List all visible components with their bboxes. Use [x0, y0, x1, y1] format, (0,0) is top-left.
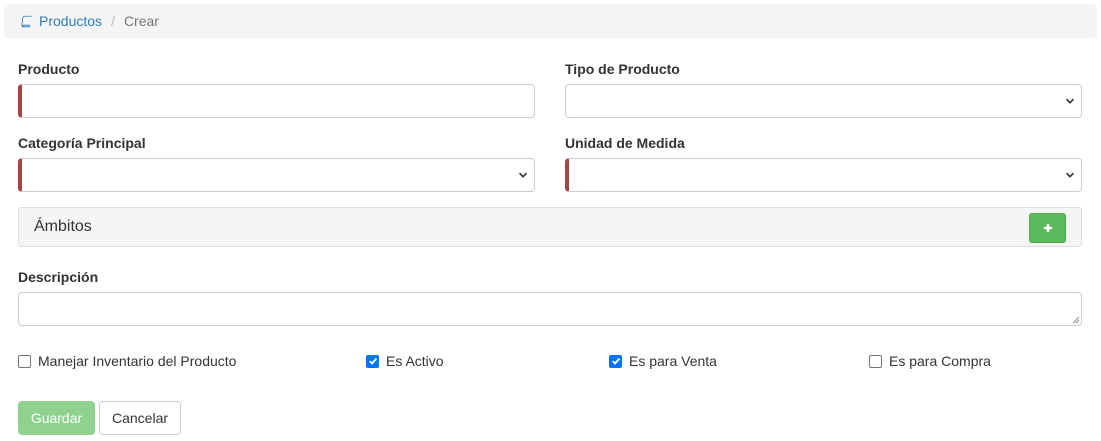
checkbox-box[interactable]	[609, 354, 622, 368]
manejar-inventario-label: Manejar Inventario del Producto	[38, 353, 237, 369]
producto-label: Producto	[18, 61, 80, 77]
es-activo-label: Es Activo	[386, 353, 444, 369]
producto-input[interactable]	[22, 85, 534, 117]
checkbox-box[interactable]	[366, 354, 379, 368]
unidad-medida-select[interactable]	[565, 158, 1082, 192]
checkmark-icon	[368, 357, 377, 365]
tipo-producto-label: Tipo de Producto	[565, 61, 680, 77]
unidad-medida-label: Unidad de Medida	[565, 135, 685, 151]
es-para-compra-checkbox[interactable]: Es para Compra	[869, 353, 991, 369]
plus-icon	[1043, 224, 1052, 232]
breadcrumb-link-label[interactable]: Productos	[39, 13, 102, 29]
add-ambito-button[interactable]	[1029, 213, 1066, 243]
producto-field-wrapper	[18, 84, 535, 118]
chevron-down-icon	[1065, 98, 1075, 104]
es-para-compra-label: Es para Compra	[889, 353, 991, 369]
breadcrumb: Productos / Crear	[4, 4, 1097, 38]
categoria-principal-select[interactable]	[18, 158, 535, 192]
book-icon	[21, 15, 32, 27]
categoria-principal-label: Categoría Principal	[18, 135, 146, 151]
breadcrumb-current: Crear	[123, 13, 159, 29]
breadcrumb-separator: /	[111, 13, 115, 29]
checkmark-icon	[611, 357, 620, 365]
cancel-button[interactable]: Cancelar	[99, 401, 181, 435]
chevron-down-icon	[518, 172, 528, 178]
ambitos-panel: Ámbitos	[18, 207, 1082, 247]
manejar-inventario-checkbox[interactable]: Manejar Inventario del Producto	[18, 353, 236, 369]
checkbox-box[interactable]	[869, 354, 882, 368]
es-activo-checkbox[interactable]: Es Activo	[366, 353, 444, 369]
chevron-down-icon	[1065, 172, 1075, 178]
save-button[interactable]: Guardar	[18, 401, 95, 435]
descripcion-textarea[interactable]	[18, 292, 1082, 326]
es-para-venta-label: Es para Venta	[629, 353, 717, 369]
checkbox-box[interactable]	[18, 354, 31, 368]
es-para-venta-checkbox[interactable]: Es para Venta	[609, 353, 717, 369]
breadcrumb-link-productos[interactable]: Productos	[20, 13, 102, 29]
tipo-producto-select[interactable]	[565, 84, 1082, 118]
resize-handle-icon[interactable]	[1071, 315, 1080, 324]
descripcion-label: Descripción	[18, 269, 99, 285]
ambitos-title: Ámbitos	[34, 218, 92, 235]
